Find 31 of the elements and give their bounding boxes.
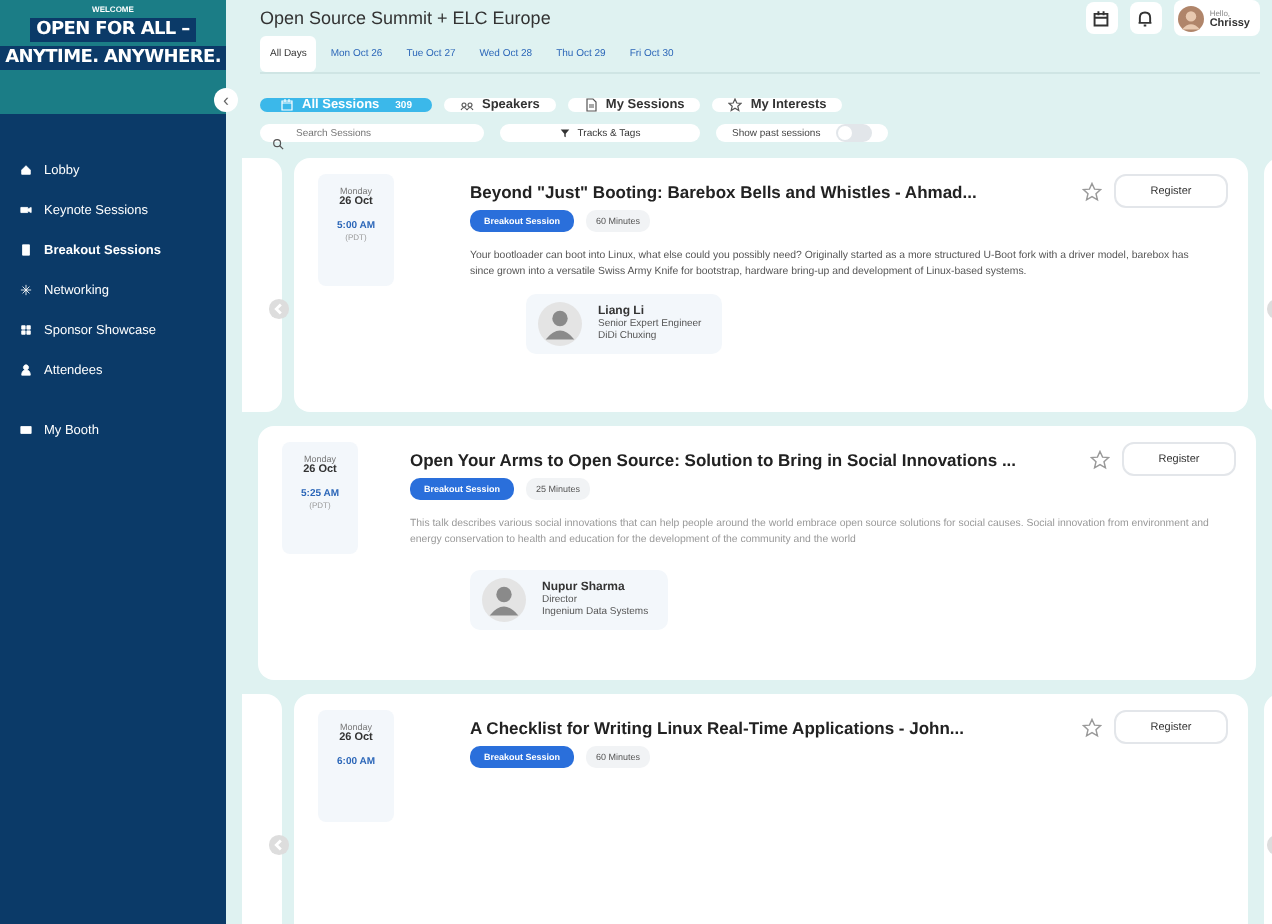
calendar-button[interactable] — [1085, 2, 1118, 34]
banner-headline: ANYTIME. ANYWHERE. — [0, 46, 227, 70]
avatar-icon — [538, 301, 582, 346]
session-title: Open Your Arms to Open Source: Solution to Bring in Social Innovations ... — [410, 449, 1019, 469]
bell-icon — [1136, 9, 1155, 27]
star-icon — [728, 98, 743, 112]
banner-headline: OPEN FOR ALL – — [30, 18, 196, 42]
session-title: A Checklist for Writing Linux Real-Time Applications - John... — [470, 717, 966, 737]
notification-button[interactable] — [1129, 2, 1162, 34]
person-icon — [20, 364, 32, 376]
calendar-icon — [280, 98, 294, 112]
people-icon — [460, 98, 474, 112]
home-icon — [20, 164, 32, 176]
booth-icon — [20, 424, 32, 436]
search-icon — [272, 138, 284, 150]
session-title: Beyond "Just" Booting: Barebox Bells and Whistles - Ahmad... — [470, 181, 979, 201]
star-icon[interactable] — [1090, 449, 1110, 469]
calendar-icon — [1092, 9, 1111, 27]
toggle-switch[interactable] — [836, 124, 873, 142]
filter-icon — [559, 128, 570, 138]
doc-icon — [583, 98, 598, 112]
grid-icon — [20, 324, 32, 336]
avatar-icon — [482, 577, 526, 622]
avatar-icon — [1177, 5, 1204, 31]
book-icon — [20, 244, 32, 256]
event-title: Open Source Summit + ELC Europe — [260, 8, 551, 28]
video-icon — [20, 204, 32, 216]
star-icon[interactable] — [1082, 181, 1102, 201]
star-icon[interactable] — [1082, 717, 1102, 737]
collapse-button[interactable]: ‹ — [214, 88, 238, 112]
network-icon — [20, 284, 32, 296]
